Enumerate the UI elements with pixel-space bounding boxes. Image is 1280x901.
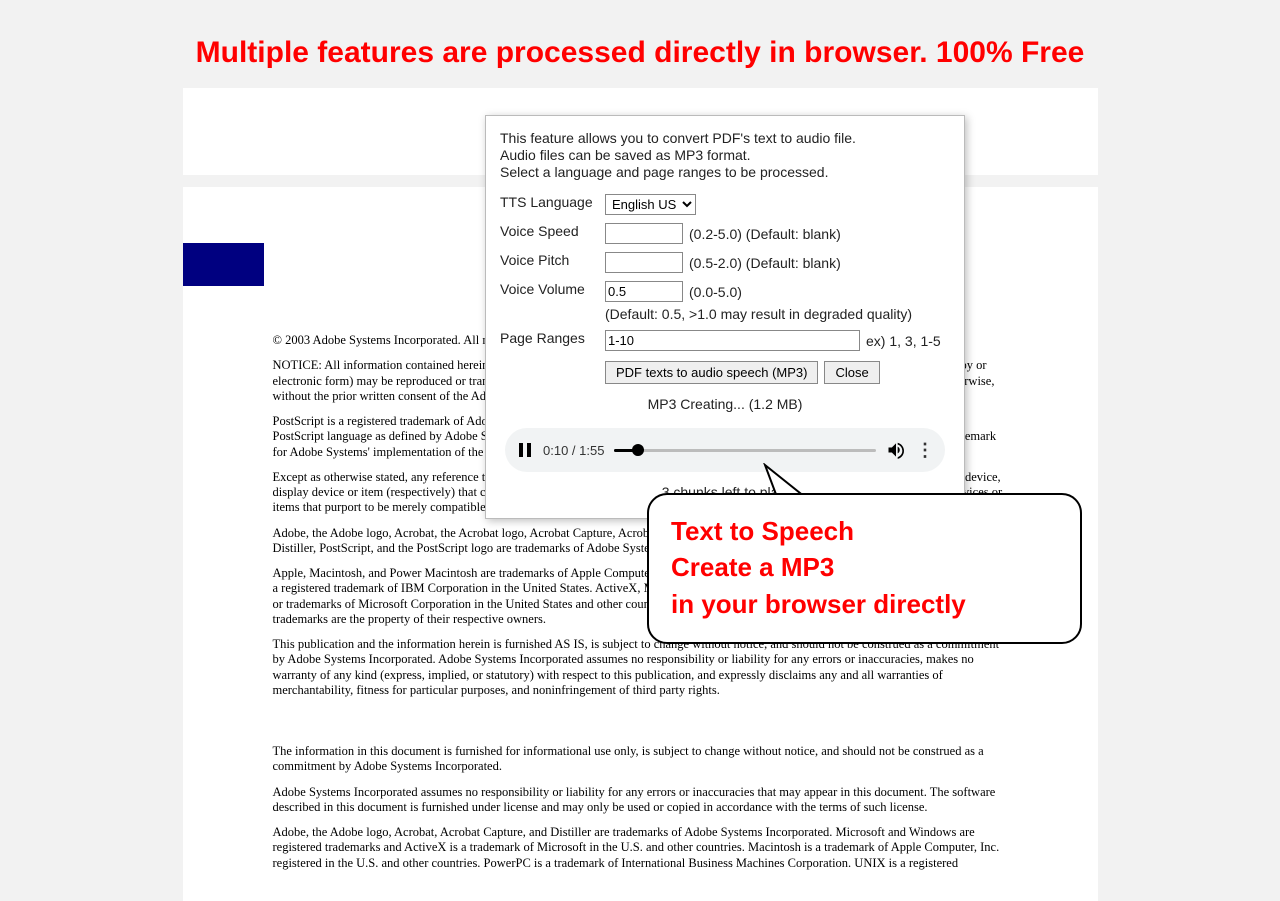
voice-pitch-input[interactable] [605, 252, 683, 273]
voice-volume-input[interactable] [605, 281, 683, 302]
voice-pitch-hint: (0.5-2.0) (Default: blank) [689, 255, 841, 271]
close-button[interactable]: Close [824, 361, 879, 384]
dialog-intro: This feature allows you to convert PDF's… [500, 130, 950, 180]
label-voice-pitch: Voice Pitch [500, 252, 605, 268]
intro-line: This feature allows you to convert PDF's… [500, 130, 950, 147]
row-page-ranges: Page Ranges ex) 1, 3, 1-5 [500, 330, 950, 351]
row-voice-volume: Voice Volume (0.0-5.0) (Default: 0.5, >1… [500, 281, 950, 322]
mp3-status: MP3 Creating... (1.2 MB) [500, 396, 950, 412]
page-ranges-input[interactable] [605, 330, 860, 351]
row-tts-language: TTS Language English US [500, 194, 950, 215]
intro-line: Audio files can be saved as MP3 format. [500, 147, 950, 164]
label-voice-speed: Voice Speed [500, 223, 605, 239]
callout-line: Create a MP3 [671, 549, 1058, 585]
tts-dialog: This feature allows you to convert PDF's… [485, 115, 965, 519]
player-thumb[interactable] [632, 444, 644, 456]
audio-player[interactable]: 0:10 / 1:55 ⋮ [505, 428, 945, 472]
callout-line: in your browser directly [671, 586, 1058, 622]
label-tts-language: TTS Language [500, 194, 605, 210]
row-voice-pitch: Voice Pitch (0.5-2.0) (Default: blank) [500, 252, 950, 273]
voice-volume-hint2: (Default: 0.5, >1.0 may result in degrad… [605, 306, 950, 322]
voice-speed-hint: (0.2-5.0) (Default: blank) [689, 226, 841, 242]
page-ranges-hint: ex) 1, 3, 1-5 [866, 333, 941, 349]
row-voice-speed: Voice Speed (0.2-5.0) (Default: blank) [500, 223, 950, 244]
voice-volume-hint: (0.0-5.0) [689, 284, 742, 300]
doc-paragraph: The information in this document is furn… [273, 744, 1008, 775]
tts-language-select[interactable]: English US [605, 194, 696, 215]
label-voice-volume: Voice Volume [500, 281, 605, 297]
intro-line: Select a language and page ranges to be … [500, 164, 950, 181]
doc-header-blue-box [183, 243, 264, 286]
player-track[interactable] [614, 449, 876, 452]
dialog-button-row: PDF texts to audio speech (MP3) Close [500, 361, 950, 384]
voice-speed-input[interactable] [605, 223, 683, 244]
pause-icon[interactable] [517, 443, 533, 457]
page-headline: Multiple features are processed directly… [0, 0, 1280, 88]
doc-paragraph: This publication and the information her… [273, 637, 1008, 698]
callout-line: Text to Speech [671, 513, 1058, 549]
player-time: 0:10 / 1:55 [543, 443, 604, 458]
more-icon[interactable]: ⋮ [916, 441, 933, 459]
label-page-ranges: Page Ranges [500, 330, 605, 346]
callout-text: Text to Speech Create a MP3 in your brow… [671, 513, 1058, 622]
doc-paragraph: Adobe, the Adobe logo, Acrobat, Acrobat … [273, 825, 1008, 871]
volume-icon[interactable] [886, 440, 906, 460]
convert-button[interactable]: PDF texts to audio speech (MP3) [605, 361, 818, 384]
callout-bubble: Text to Speech Create a MP3 in your brow… [647, 493, 1082, 644]
